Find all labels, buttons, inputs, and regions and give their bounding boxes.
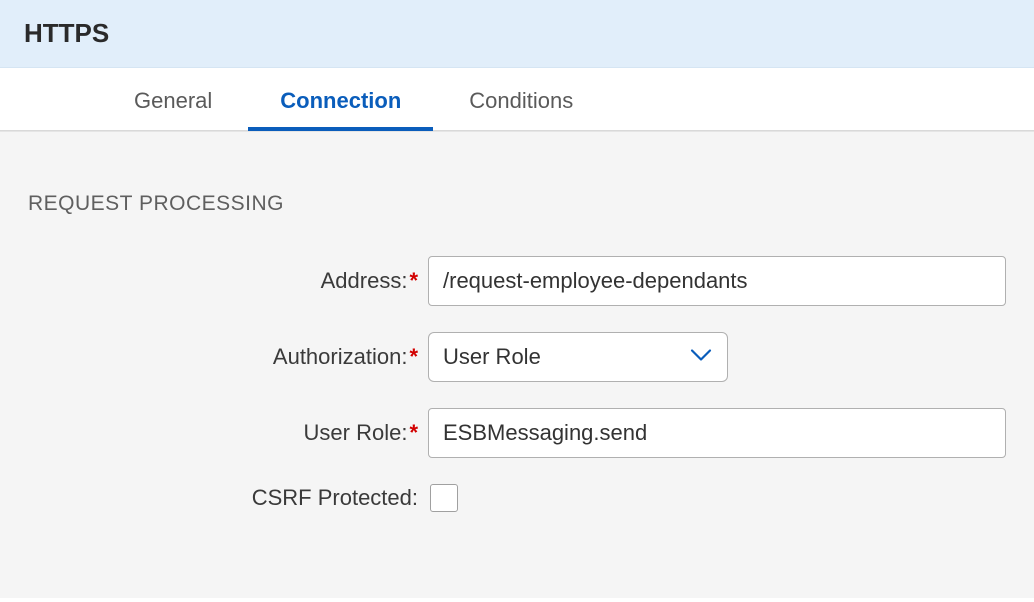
csrf-label: CSRF Protected:	[28, 485, 428, 511]
required-indicator: *	[409, 268, 418, 293]
authorization-row: Authorization:*	[28, 332, 1006, 382]
user-role-label-text: User Role:	[304, 420, 408, 445]
address-input[interactable]	[428, 256, 1006, 306]
authorization-label: Authorization:*	[28, 344, 428, 370]
panel-header: HTTPS	[0, 0, 1034, 68]
csrf-checkbox[interactable]	[430, 484, 458, 512]
required-indicator: *	[409, 344, 418, 369]
authorization-select-wrap	[428, 332, 728, 382]
user-role-label: User Role:*	[28, 420, 428, 446]
tab-general[interactable]: General	[100, 68, 246, 130]
tab-conditions[interactable]: Conditions	[435, 68, 607, 130]
content-area: REQUEST PROCESSING Address:* Authorizati…	[0, 131, 1034, 598]
address-row: Address:*	[28, 256, 1006, 306]
section-title: REQUEST PROCESSING	[28, 192, 1006, 216]
panel-title: HTTPS	[24, 18, 1010, 49]
csrf-label-text: CSRF Protected:	[252, 485, 418, 510]
tab-connection[interactable]: Connection	[246, 68, 435, 130]
required-indicator: *	[409, 420, 418, 445]
authorization-select[interactable]	[428, 332, 728, 382]
address-label: Address:*	[28, 268, 428, 294]
authorization-label-text: Authorization:	[273, 344, 408, 369]
tab-bar: General Connection Conditions	[0, 68, 1034, 131]
user-role-input[interactable]	[428, 408, 1006, 458]
address-label-text: Address:	[321, 268, 408, 293]
user-role-row: User Role:*	[28, 408, 1006, 458]
csrf-row: CSRF Protected:	[28, 484, 1006, 512]
